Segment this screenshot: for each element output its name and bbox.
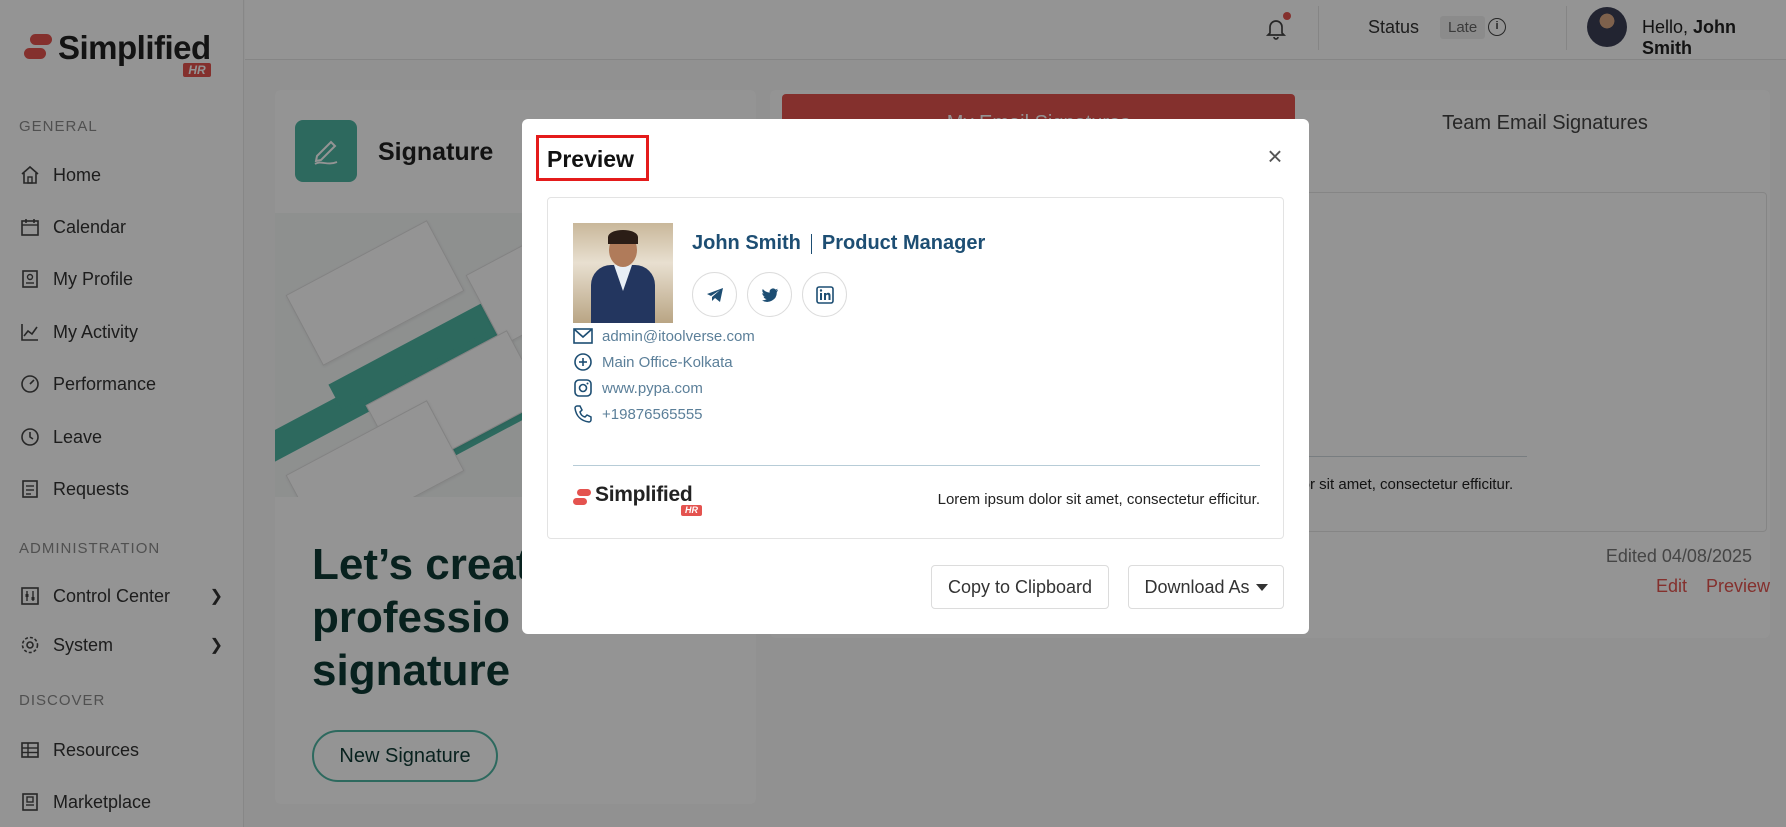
signature-name: John Smith [692, 232, 801, 254]
signature-address: Main Office-Kolkata [573, 352, 733, 372]
telegram-icon[interactable] [692, 272, 737, 317]
phone-icon [573, 404, 593, 424]
signature-tagline: Lorem ipsum dolor sit amet, consectetur … [937, 491, 1260, 508]
signature-phone[interactable]: +19876565555 [573, 404, 703, 424]
close-icon[interactable]: × [1263, 143, 1287, 169]
profile-photo [573, 223, 673, 323]
twitter-icon[interactable] [747, 272, 792, 317]
signature-preview: John Smith Product Manager admin@itoolve… [547, 197, 1284, 539]
modal-title: Preview [547, 146, 634, 172]
plus-circle-icon [573, 352, 593, 372]
signature-divider [573, 465, 1260, 466]
signature-name-line: John Smith Product Manager [692, 232, 985, 255]
signature-role: Product Manager [821, 232, 986, 254]
linkedin-icon[interactable] [802, 272, 847, 317]
preview-modal: Preview × John Smith Product Manager adm… [522, 119, 1309, 634]
mail-icon [573, 326, 593, 346]
copy-to-clipboard-button[interactable]: Copy to Clipboard [931, 565, 1109, 609]
instagram-icon [573, 378, 593, 398]
signature-website[interactable]: www.pypa.com [573, 378, 703, 398]
signature-email[interactable]: admin@itoolverse.com [573, 326, 755, 346]
logo-mark-icon [573, 489, 591, 507]
caret-down-icon [1255, 584, 1268, 592]
download-as-button[interactable]: Download As [1128, 565, 1284, 609]
